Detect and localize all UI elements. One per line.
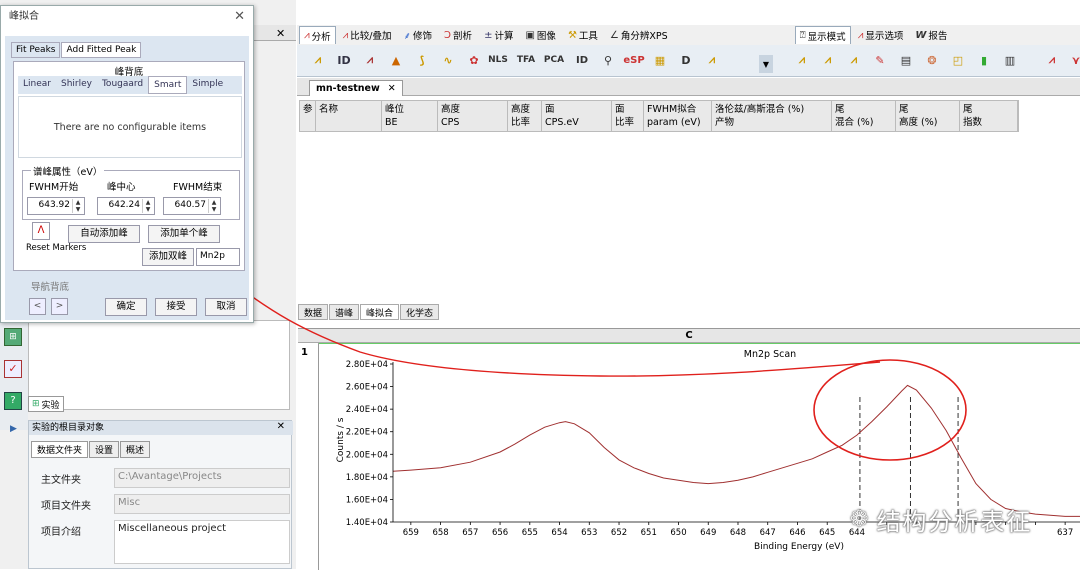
watermark-text: 结构分析表征 (876, 508, 1033, 536)
props-title: 谱峰属性（eV） (31, 164, 105, 178)
x-tick-label: 652 (611, 528, 627, 538)
reset-markers-icon[interactable]: ᐱ (32, 222, 50, 240)
x-axis-label: Binding Energy (eV) (754, 542, 844, 552)
bg-tab-tougaard[interactable]: Tougaard (97, 76, 148, 94)
reset-markers-label: Reset Markers (26, 243, 87, 253)
close-icon[interactable]: ✕ (234, 9, 245, 24)
x-tick-label: 655 (522, 528, 538, 538)
x-tick-label: 656 (492, 528, 508, 538)
center-label: 峰中心 (107, 182, 136, 193)
peak-name-input[interactable]: Mn2p (196, 248, 240, 266)
nav-next-button[interactable]: > (51, 298, 68, 315)
spin-arrows-icon[interactable]: ▲ ▼ (72, 199, 83, 213)
x-tick-label: 653 (581, 528, 597, 538)
y-tick-label: 2.80E+04 (346, 360, 388, 370)
y-tick-label: 2.20E+04 (346, 428, 388, 438)
dialog-title: 峰拟合 (1, 6, 253, 28)
spin-arrows-icon[interactable]: ▲ ▼ (208, 199, 219, 213)
x-tick-label: 657 (462, 528, 478, 538)
cancel-button[interactable]: 取消 (205, 298, 247, 316)
x-tick-label: 651 (641, 528, 657, 538)
x-tick-label: 645 (819, 528, 835, 538)
x-tick-label: 649 (700, 528, 716, 538)
bg-tab-smart[interactable]: Smart (148, 76, 188, 94)
x-tick-label: 654 (551, 528, 567, 538)
nav-prev-button[interactable]: < (29, 298, 46, 315)
spectrum-line (392, 384, 1080, 517)
x-tick-label: 658 (432, 528, 448, 538)
fwhm-start-label: FWHM开始 (29, 182, 79, 193)
nav-background-label: 导航背底 (31, 282, 70, 293)
auto-add-peak-button[interactable]: 自动添加峰 (68, 225, 140, 243)
x-tick-label: 648 (730, 528, 746, 538)
tab-add-fitted-peak[interactable]: Add Fitted Peak (61, 42, 142, 58)
bg-tab-simple[interactable]: Simple (187, 76, 228, 94)
accept-button[interactable]: 接受 (155, 298, 197, 316)
peak-fit-dialog: 峰拟合 ✕ Fit Peaks Add Fitted Peak 峰背底 Line… (0, 5, 254, 323)
y-tick-label: 2.40E+04 (346, 405, 388, 415)
watermark: ❁ 结构分析表征 (850, 502, 1032, 537)
no-config-message: There are no configurable items (18, 96, 242, 158)
y-tick-label: 1.40E+04 (346, 518, 388, 528)
fwhm-start-stepper[interactable]: 643.92 ▲ ▼ (27, 197, 85, 215)
background-group: 峰背底 Linear Shirley Tougaard Smart Simple… (13, 61, 245, 271)
peak-properties-group: 谱峰属性（eV） FWHM开始 峰中心 FWHM结束 643.92 ▲ ▼ 642.… (22, 164, 240, 220)
annotation-circle (813, 359, 967, 461)
tab-fit-peaks[interactable]: Fit Peaks (11, 42, 61, 58)
x-tick-label: 659 (403, 528, 419, 538)
y-tick-label: 2.60E+04 (346, 383, 388, 393)
add-single-peak-button[interactable]: 添加单个峰 (148, 225, 220, 243)
y-tick-label: 1.60E+04 (346, 495, 388, 505)
y-tick-label: 1.80E+04 (346, 473, 388, 483)
y-tick-label: 2.00E+04 (346, 450, 388, 460)
annotation-arrow (189, 272, 881, 377)
x-tick-label: 647 (760, 528, 776, 538)
chart-title: Mn2p Scan (744, 349, 796, 360)
wechat-icon: ❁ (850, 507, 871, 532)
x-tick-label: 637 (1057, 528, 1073, 538)
bg-tab-linear[interactable]: Linear (18, 76, 56, 94)
fwhm-end-stepper[interactable]: 640.57 ▲ ▼ (163, 197, 221, 215)
x-tick-label: 650 (670, 528, 686, 538)
spin-arrows-icon[interactable]: ▲ ▼ (142, 199, 153, 213)
x-tick-label: 646 (789, 528, 805, 538)
add-double-peak-button[interactable]: 添加双峰 (142, 248, 194, 266)
y-axis-label: Counts / s (336, 417, 346, 462)
ok-button[interactable]: 确定 (105, 298, 147, 316)
center-stepper[interactable]: 642.24 ▲ ▼ (97, 197, 155, 215)
bg-tab-shirley[interactable]: Shirley (56, 76, 97, 94)
dialog-body: Fit Peaks Add Fitted Peak 峰背底 Linear Shi… (5, 36, 249, 320)
fwhm-end-label: FWHM结束 (173, 182, 223, 193)
